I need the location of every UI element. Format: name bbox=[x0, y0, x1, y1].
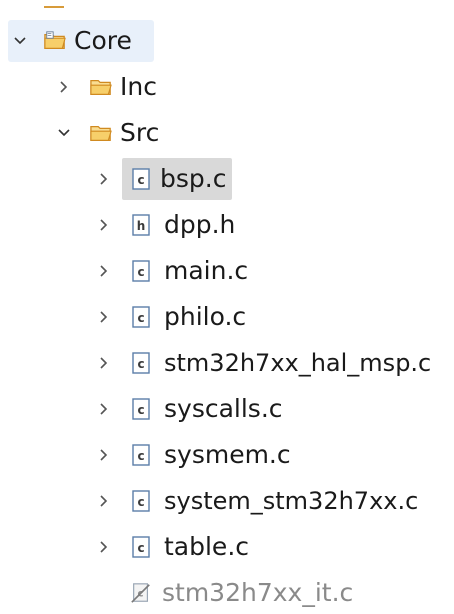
tree-item-label: philo.c bbox=[164, 302, 247, 331]
c-file-icon: c bbox=[130, 305, 152, 329]
tree-item-label: Inc bbox=[120, 72, 157, 101]
svg-text:c: c bbox=[137, 403, 144, 417]
tree-item-core[interactable]: Core bbox=[8, 20, 154, 62]
tree-item-syscalls-c[interactable]: c syscalls.c bbox=[92, 388, 283, 430]
folder-icon bbox=[90, 121, 112, 145]
chevron-right-icon[interactable] bbox=[92, 342, 116, 384]
svg-text:c: c bbox=[137, 311, 144, 325]
tree-item-label: main.c bbox=[164, 256, 249, 285]
tree-item-sysmem-c[interactable]: c sysmem.c bbox=[92, 434, 291, 476]
c-file-icon: c bbox=[130, 443, 152, 467]
tree-item-table-c[interactable]: c table.c bbox=[92, 526, 249, 568]
tree-item-label: system_stm32h7xx.c bbox=[164, 487, 419, 515]
tree-item-src[interactable]: Src bbox=[52, 112, 159, 154]
project-explorer-tree: Core Inc Src c bsp.c h dpp.h c main.c c … bbox=[0, 0, 454, 608]
tree-item-bsp-c[interactable]: c bsp.c bbox=[92, 158, 233, 200]
chevron-right-icon[interactable] bbox=[92, 250, 116, 292]
tree-item-label: table.c bbox=[164, 532, 250, 561]
svg-text:c: c bbox=[137, 495, 144, 509]
chevron-right-icon[interactable] bbox=[92, 526, 116, 568]
svg-text:c: c bbox=[137, 357, 144, 371]
selection-highlight: c bsp.c bbox=[122, 158, 233, 200]
partial-parent-folder-icon bbox=[44, 0, 64, 8]
tree-item-label: dpp.h bbox=[164, 210, 236, 239]
svg-text:c: c bbox=[137, 449, 144, 463]
chevron-right-icon[interactable] bbox=[52, 66, 76, 108]
tree-item-philo-c[interactable]: c philo.c bbox=[92, 296, 246, 338]
chevron-right-icon[interactable] bbox=[92, 296, 116, 338]
tree-item-label: Core bbox=[74, 26, 132, 55]
chevron-down-icon[interactable] bbox=[52, 112, 76, 154]
c-file-icon: c bbox=[130, 397, 152, 421]
tree-item-label: Src bbox=[120, 118, 160, 147]
tree-item-dpp-h[interactable]: h dpp.h bbox=[92, 204, 235, 246]
chevron-right-icon[interactable] bbox=[92, 204, 116, 246]
tree-item-label: sysmem.c bbox=[164, 440, 291, 469]
c-file-icon: c bbox=[130, 535, 152, 559]
tree-item-label: bsp.c bbox=[160, 164, 227, 193]
tree-item-label: stm32h7xx_hal_msp.c bbox=[164, 349, 432, 377]
chevron-right-icon[interactable] bbox=[92, 388, 116, 430]
svg-text:c: c bbox=[137, 541, 144, 555]
chevron-right-icon[interactable] bbox=[92, 434, 116, 476]
tree-item-stm32h7xx-hal-msp-c[interactable]: c stm32h7xx_hal_msp.c bbox=[92, 342, 431, 384]
excluded-c-file-icon: c bbox=[130, 581, 152, 605]
c-file-icon: c bbox=[130, 259, 152, 283]
tree-item-inc[interactable]: Inc bbox=[52, 66, 157, 108]
svg-text:h: h bbox=[137, 219, 146, 233]
svg-text:c: c bbox=[137, 173, 144, 187]
c-file-icon: c bbox=[130, 489, 152, 513]
tree-item-main-c[interactable]: c main.c bbox=[92, 250, 248, 292]
c-file-icon: c bbox=[130, 351, 152, 375]
folder-icon bbox=[90, 75, 112, 99]
tree-item-label: syscalls.c bbox=[164, 394, 283, 423]
c-file-icon: c bbox=[130, 167, 152, 191]
svg-text:c: c bbox=[137, 265, 144, 279]
chevron-right-icon[interactable] bbox=[92, 158, 116, 200]
source-folder-icon bbox=[44, 29, 66, 53]
chevron-down-icon[interactable] bbox=[8, 20, 32, 62]
tree-item-system-stm32h7xx-c[interactable]: c system_stm32h7xx.c bbox=[92, 480, 418, 522]
h-file-icon: h bbox=[130, 213, 152, 237]
chevron-right-icon[interactable] bbox=[92, 480, 116, 522]
